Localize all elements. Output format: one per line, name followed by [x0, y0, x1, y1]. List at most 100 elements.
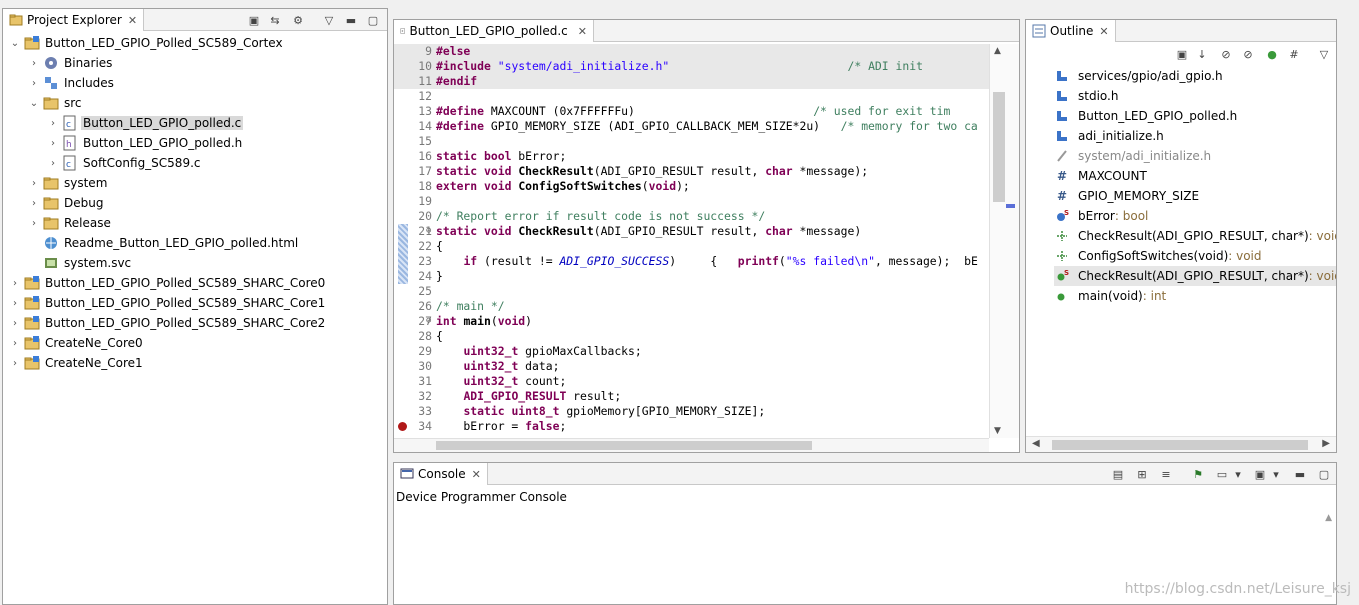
outline-item[interactable]: ConfigSoftSwitches(void) : void	[1054, 246, 1336, 266]
scroll-up-icon[interactable]: ▲	[994, 46, 1001, 56]
outline-item[interactable]: services/gpio/adi_gpio.h	[1054, 66, 1336, 86]
chevron-right-icon[interactable]: ›	[9, 338, 21, 349]
code-line[interactable]: 14 #define GPIO_MEMORY_SIZE (ADI_GPIO_CAL…	[394, 119, 990, 134]
tree-item[interactable]: system.svc	[3, 253, 387, 273]
tree-item[interactable]: › Release	[3, 213, 387, 233]
chevron-right-icon[interactable]: ›	[28, 198, 40, 209]
outline-item[interactable]: # MAXCOUNT	[1054, 166, 1336, 186]
hide-fields-icon[interactable]: ⊘	[1218, 47, 1234, 61]
breakpoint-icon[interactable]	[398, 422, 407, 431]
collapse-all-icon[interactable]: ▣	[1174, 47, 1190, 61]
code-line[interactable]: 34 bError = false;	[394, 419, 990, 434]
code-line[interactable]: 15	[394, 134, 990, 149]
hide-non-public-icon[interactable]: ●	[1264, 47, 1280, 61]
close-icon[interactable]: ✕	[128, 14, 137, 27]
open-console-icon[interactable]: ▣	[1252, 467, 1268, 481]
sort-icon[interactable]: ↓	[1194, 47, 1210, 61]
chevron-right-icon[interactable]: ›	[28, 178, 40, 189]
chevron-right-icon[interactable]: ›	[28, 78, 40, 89]
outline-item[interactable]: S CheckResult(ADI_GPIO_RESULT, char*) : v…	[1054, 266, 1336, 286]
code-line[interactable]: 9 #else	[394, 44, 990, 59]
scroll-left-icon[interactable]: ◀	[1032, 438, 1040, 449]
code-line[interactable]: 32 ADI_GPIO_RESULT result;	[394, 389, 990, 404]
display-console-icon[interactable]: ▭	[1214, 467, 1230, 481]
hide-static-icon[interactable]: ⊘	[1240, 47, 1256, 61]
fold-toggle-icon[interactable]: ⊖	[426, 314, 431, 329]
minimize-icon[interactable]: ▬	[1292, 467, 1308, 481]
pin-console-icon[interactable]: ⚑	[1190, 467, 1206, 481]
view-menu-icon[interactable]: ▽	[1316, 47, 1332, 61]
editor-tab[interactable]: c Button_LED_GPIO_polled.c ✕	[394, 20, 594, 42]
code-line[interactable]: 18 extern void ConfigSoftSwitches(void);	[394, 179, 990, 194]
chevron-right-icon[interactable]: ›	[47, 158, 59, 169]
editor-horizontal-scrollbar[interactable]	[394, 438, 989, 452]
tree-item[interactable]: › c Button_LED_GPIO_polled.c	[3, 113, 387, 133]
tree-item[interactable]: › Button_LED_GPIO_Polled_SC589_SHARC_Core…	[3, 293, 387, 313]
tree-item[interactable]: › Button_LED_GPIO_Polled_SC589_SHARC_Core…	[3, 313, 387, 333]
code-line[interactable]: 31 uint32_t count;	[394, 374, 990, 389]
chevron-right-icon[interactable]: ›	[28, 58, 40, 69]
filter-icon[interactable]: ⚙	[290, 13, 306, 27]
outline-item[interactable]: system/adi_initialize.h	[1054, 146, 1336, 166]
hscrollbar-thumb[interactable]	[436, 441, 812, 450]
tree-item[interactable]: › Binaries	[3, 53, 387, 73]
code-line[interactable]: 29 uint32_t gpioMaxCallbacks;	[394, 344, 990, 359]
chevron-right-icon[interactable]: ›	[9, 358, 21, 369]
code-line[interactable]: 26 /* main */	[394, 299, 990, 314]
outline-item[interactable]: stdio.h	[1054, 86, 1336, 106]
tree-item[interactable]: › c SoftConfig_SC589.c	[3, 153, 387, 173]
maximize-icon[interactable]: ▢	[1316, 467, 1332, 481]
close-icon[interactable]: ✕	[578, 25, 587, 38]
fold-toggle-icon[interactable]: ⊖	[426, 224, 431, 239]
minimize-icon[interactable]: ▬	[343, 13, 359, 27]
scrollbar-thumb[interactable]	[993, 92, 1005, 202]
tree-item[interactable]: Readme_Button_LED_GPIO_polled.html	[3, 233, 387, 253]
outline-tab[interactable]: Outline ✕	[1026, 20, 1116, 42]
scroll-down-icon[interactable]: ▼	[994, 426, 1001, 436]
code-area[interactable]: 9 #else 10 #include "system/adi_initialize.…	[394, 44, 990, 439]
chevron-down-icon[interactable]: ⌄	[9, 38, 21, 49]
chevron-down-icon[interactable]: ⌄	[28, 98, 40, 109]
chevron-right-icon[interactable]: ›	[47, 138, 59, 149]
tree-item[interactable]: › CreateNe_Core0	[3, 333, 387, 353]
link-with-editor-icon[interactable]: ⇆	[267, 13, 283, 27]
chevron-right-icon[interactable]: ›	[9, 318, 21, 329]
tree-item[interactable]: › Debug	[3, 193, 387, 213]
chevron-down-icon[interactable]: ▾	[1230, 467, 1246, 481]
code-line[interactable]: 11 #endif	[394, 74, 990, 89]
overview-marker[interactable]	[1006, 204, 1015, 208]
code-line[interactable]: 20 /* Report error if result code is not …	[394, 209, 990, 224]
clear-console-icon[interactable]: ▤	[1110, 467, 1126, 481]
tree-item[interactable]: › Includes	[3, 73, 387, 93]
code-line[interactable]: 10 #include "system/adi_initialize.h" /* …	[394, 59, 990, 74]
chevron-down-icon[interactable]: ▾	[1268, 467, 1284, 481]
tree-item[interactable]: › system	[3, 173, 387, 193]
editor-vertical-scrollbar[interactable]: ▲ ▼	[989, 44, 1019, 438]
code-line[interactable]: 27 int main(void) ⊖	[394, 314, 990, 329]
outline-item[interactable]: adi_initialize.h	[1054, 126, 1336, 146]
scroll-up-icon[interactable]: ▲	[1325, 513, 1332, 523]
hscrollbar-thumb[interactable]	[1052, 440, 1308, 450]
close-icon[interactable]: ✕	[472, 468, 481, 481]
chevron-right-icon[interactable]: ›	[9, 298, 21, 309]
outline-item[interactable]: main(void) : int	[1054, 286, 1336, 306]
outline-horizontal-scrollbar[interactable]: ◀ ▶	[1026, 436, 1336, 452]
chevron-right-icon[interactable]: ›	[28, 218, 40, 229]
code-line[interactable]: 19	[394, 194, 990, 209]
code-line[interactable]: 23 if (result != ADI_GPIO_SUCCESS) { pri…	[394, 254, 990, 269]
code-line[interactable]: 13 #define MAXCOUNT (0x7FFFFFFu) /* used …	[394, 104, 990, 119]
close-icon[interactable]: ✕	[1099, 25, 1108, 38]
chevron-right-icon[interactable]: ›	[47, 118, 59, 129]
code-line[interactable]: 25	[394, 284, 990, 299]
hide-macros-icon[interactable]: #	[1286, 47, 1302, 61]
scroll-right-icon[interactable]: ▶	[1322, 438, 1330, 449]
outline-item[interactable]: # GPIO_MEMORY_SIZE	[1054, 186, 1336, 206]
code-line[interactable]: 33 static uint8_t gpioMemory[GPIO_MEMORY…	[394, 404, 990, 419]
maximize-icon[interactable]: ▢	[365, 13, 381, 27]
code-line[interactable]: 24}	[394, 269, 990, 284]
tree-item[interactable]: ⌄ Button_LED_GPIO_Polled_SC589_Cortex	[3, 33, 387, 53]
code-line[interactable]: 17 static void CheckResult(ADI_GPIO_RESUL…	[394, 164, 990, 179]
tree-item[interactable]: › Button_LED_GPIO_Polled_SC589_SHARC_Core…	[3, 273, 387, 293]
collapse-all-icon[interactable]: ▣	[246, 13, 262, 27]
scroll-lock-icon[interactable]: ⊞	[1134, 467, 1150, 481]
